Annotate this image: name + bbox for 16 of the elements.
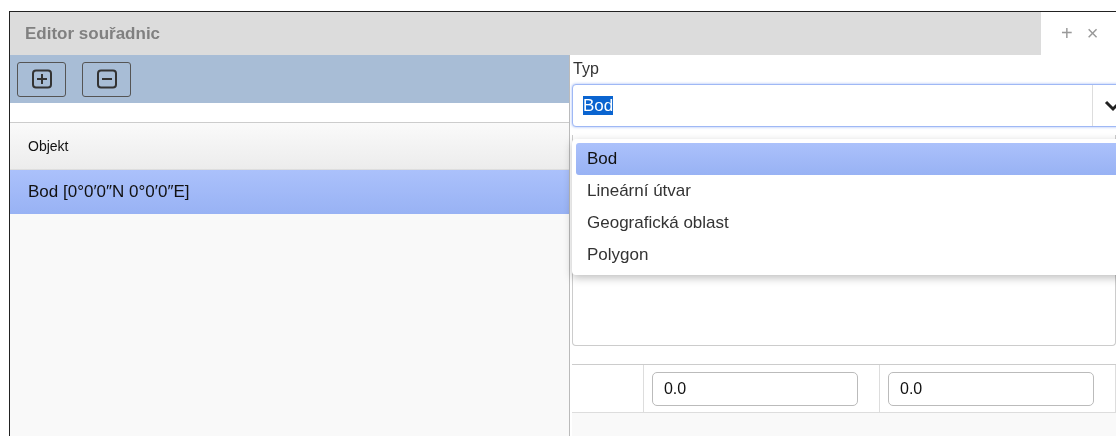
plus-box-icon bbox=[30, 69, 53, 89]
dropdown-option[interactable]: Polygon bbox=[576, 239, 1116, 271]
table-row[interactable]: Bod [0°0′0″N 0°0′0″E] bbox=[10, 170, 569, 214]
coordinate-input[interactable]: 0.0 bbox=[651, 371, 858, 406]
field-label: Typ bbox=[573, 60, 600, 78]
add-button[interactable] bbox=[17, 61, 66, 97]
window-title: Editor souřadnic bbox=[25, 23, 161, 44]
column-header[interactable]: Objekt bbox=[28, 138, 69, 154]
dropdown-option[interactable]: Bod bbox=[576, 143, 1116, 175]
coordinate-input[interactable]: 0.0 bbox=[888, 371, 1094, 406]
dropdown-option[interactable]: Geografická oblast bbox=[576, 207, 1116, 239]
remove-button[interactable] bbox=[82, 61, 131, 97]
type-combobox[interactable]: Bod bbox=[572, 84, 1116, 127]
chevron-down-icon bbox=[1104, 99, 1116, 112]
dropdown-option[interactable]: Lineární útvar bbox=[576, 175, 1116, 207]
minus-box-icon bbox=[95, 69, 118, 89]
